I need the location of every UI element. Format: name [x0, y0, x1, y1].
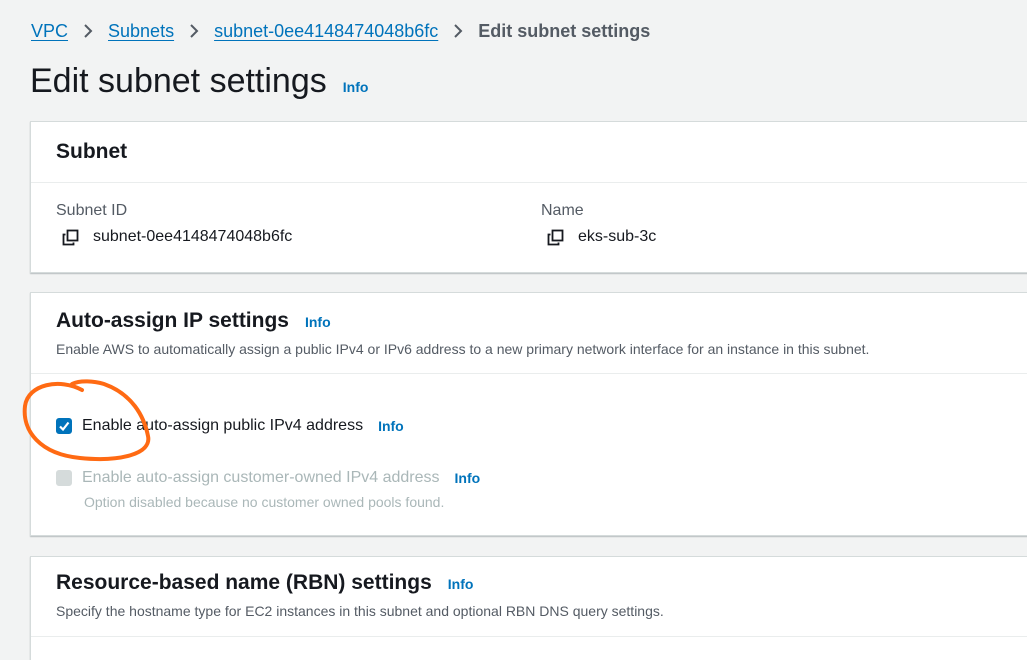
- auto-assign-description: Enable AWS to automatically assign a pub…: [56, 341, 870, 357]
- name-label: Name: [541, 202, 584, 219]
- public-ipv4-option[interactable]: Enable auto-assign public IPv4 address I…: [56, 417, 404, 435]
- public-ipv4-label[interactable]: Enable auto-assign public IPv4 address: [82, 417, 363, 435]
- chevron-right-icon: [174, 23, 214, 39]
- chevron-right-icon: [68, 23, 108, 39]
- subnet-panel: Subnet Subnet ID subnet-0ee4148474048b6f…: [30, 121, 1027, 273]
- breadcrumb-subnet-id[interactable]: subnet-0ee4148474048b6fc: [214, 21, 438, 42]
- rbn-panel-title: Resource-based name (RBN) settings: [56, 571, 432, 594]
- customer-owned-ipv4-info-link[interactable]: Info: [455, 470, 481, 486]
- name-field: Name eks-sub-3c: [541, 202, 656, 246]
- auto-assign-info-link[interactable]: Info: [305, 314, 331, 330]
- page: VPC Subnets subnet-0ee4148474048b6fc Edi…: [0, 0, 1027, 660]
- rbn-panel: Resource-based name (RBN) settings Info …: [30, 556, 1027, 660]
- disabled-hint: Option disabled because no customer owne…: [84, 494, 445, 510]
- rbn-panel-header: Resource-based name (RBN) settings Info …: [31, 557, 1027, 636]
- page-title: Edit subnet settings: [30, 62, 327, 100]
- subnet-panel-title: Subnet: [56, 140, 128, 163]
- subnet-id-value: subnet-0ee4148474048b6fc: [93, 228, 293, 245]
- divider: [31, 636, 1027, 637]
- divider: [31, 373, 1027, 374]
- rbn-title-row: Resource-based name (RBN) settings Info: [56, 571, 1005, 595]
- auto-assign-panel: Auto-assign IP settings Info Enable AWS …: [30, 292, 1027, 536]
- chevron-right-icon: [438, 23, 478, 39]
- subnet-id-value-row: subnet-0ee4148474048b6fc: [56, 228, 292, 246]
- name-value-row: eks-sub-3c: [541, 228, 656, 246]
- rbn-info-link[interactable]: Info: [448, 576, 474, 592]
- checkmark-icon: [59, 421, 70, 432]
- copy-icon[interactable]: [547, 229, 564, 246]
- subnet-id-label: Subnet ID: [56, 202, 128, 219]
- auto-assign-panel-header: Auto-assign IP settings Info Enable AWS …: [31, 293, 1027, 357]
- breadcrumb-vpc[interactable]: VPC: [31, 21, 68, 42]
- page-info-link[interactable]: Info: [343, 79, 369, 95]
- divider: [31, 182, 1027, 183]
- breadcrumb-subnets[interactable]: Subnets: [108, 21, 174, 42]
- auto-assign-panel-title: Auto-assign IP settings: [56, 309, 289, 332]
- public-ipv4-info-link[interactable]: Info: [378, 418, 404, 434]
- public-ipv4-checkbox[interactable]: [56, 418, 72, 434]
- page-header: Edit subnet settings Info: [30, 62, 368, 101]
- breadcrumb: VPC Subnets subnet-0ee4148474048b6fc Edi…: [31, 19, 650, 43]
- customer-owned-ipv4-checkbox: [56, 470, 72, 486]
- auto-assign-title-row: Auto-assign IP settings Info: [56, 309, 1005, 333]
- customer-owned-ipv4-option: Enable auto-assign customer-owned IPv4 a…: [56, 469, 480, 487]
- name-value: eks-sub-3c: [578, 228, 657, 245]
- subnet-id-field: Subnet ID subnet-0ee4148474048b6fc: [56, 202, 292, 246]
- subnet-panel-header: Subnet: [31, 122, 1027, 182]
- customer-owned-ipv4-label: Enable auto-assign customer-owned IPv4 a…: [82, 469, 440, 486]
- copy-icon[interactable]: [62, 229, 79, 246]
- breadcrumb-current: Edit subnet settings: [478, 20, 651, 41]
- rbn-description: Specify the hostname type for EC2 instan…: [56, 603, 664, 619]
